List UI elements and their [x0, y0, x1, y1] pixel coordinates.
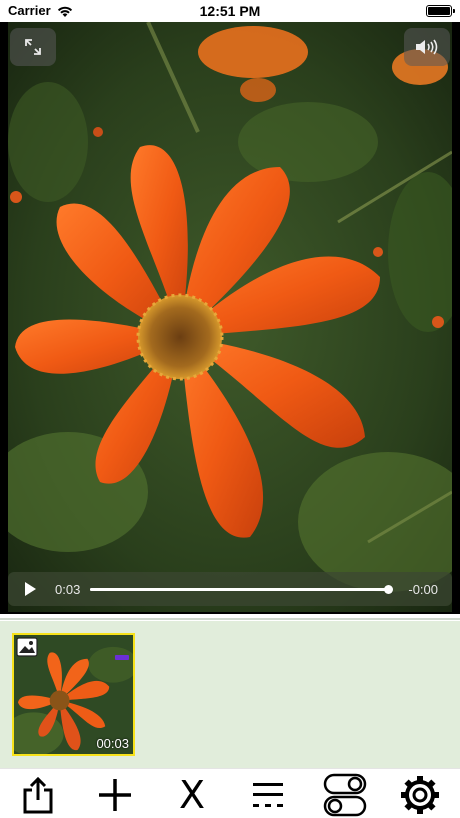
status-time: 12:51 PM [199, 3, 261, 19]
media-tray: 00:03 [0, 621, 460, 768]
gear-icon [401, 776, 439, 814]
elapsed-time: 0:03 [55, 582, 81, 597]
add-icon [99, 779, 131, 811]
toggles-icon [323, 773, 367, 817]
share-icon [23, 776, 53, 814]
settings-button[interactable] [400, 775, 440, 815]
thumbnail-duration: 00:03 [96, 736, 129, 751]
scrubber-fill [90, 588, 388, 591]
scrubber-thumb[interactable] [384, 585, 393, 594]
scrubber-track[interactable] [90, 585, 393, 594]
status-bar: Carrier 12:51 PM [0, 0, 460, 22]
thumbnail-marker [115, 655, 129, 660]
list-button[interactable] [248, 775, 288, 815]
volume-button[interactable] [404, 28, 450, 66]
list-icon [253, 783, 283, 807]
toggles-button[interactable] [322, 773, 368, 817]
remaining-time: -0:00 [408, 582, 438, 597]
expand-button[interactable] [10, 28, 56, 66]
play-icon[interactable] [22, 581, 38, 597]
media-thumbnail[interactable]: 00:03 [12, 633, 135, 756]
expand-icon [25, 39, 41, 55]
section-divider [0, 614, 460, 620]
share-button[interactable] [18, 775, 58, 815]
photo-icon [16, 637, 38, 657]
x-button-label: X [178, 773, 206, 817]
battery-icon [426, 5, 455, 17]
add-button[interactable] [95, 775, 135, 815]
flower-video-image [8, 22, 452, 612]
x-button[interactable]: X [172, 775, 212, 815]
video-frame [8, 22, 452, 612]
video-player[interactable]: 0:03 -0:00 [0, 22, 460, 614]
volume-icon [416, 39, 438, 55]
bottom-toolbar: X [0, 768, 460, 818]
playback-controls: 0:03 -0:00 [8, 572, 452, 606]
